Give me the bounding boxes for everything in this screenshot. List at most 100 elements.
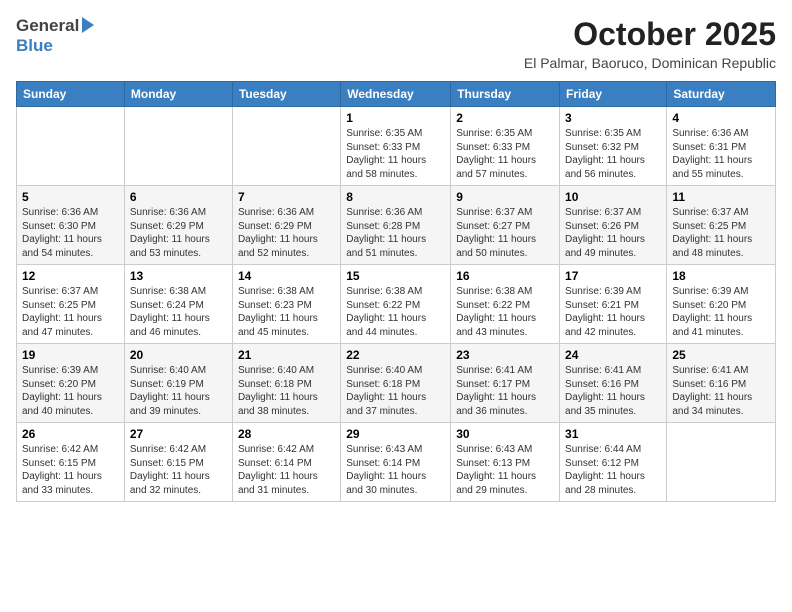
- calendar-cell: 22Sunrise: 6:40 AMSunset: 6:18 PMDayligh…: [341, 344, 451, 423]
- day-info: Sunrise: 6:36 AMSunset: 6:28 PMDaylight:…: [346, 206, 445, 260]
- calendar-cell: 24 Sunrise: 6:41 AMSunset: 6:16 PMDayligh…: [560, 344, 667, 423]
- day-number: 5: [22, 190, 119, 204]
- calendar-cell: 29 Sunrise: 6:43 AMSunset: 6:14 PMDayligh…: [341, 423, 451, 502]
- week-row-5: 26 Sunrise: 6:42 AMSunset: 6:15 PMDayligh…: [17, 423, 776, 502]
- calendar-cell: [124, 107, 232, 186]
- day-info: Sunrise: 6:39 AMSunset: 6:20 PMDaylight:…: [22, 364, 119, 418]
- calendar-cell: 20Sunrise: 6:40 AMSunset: 6:19 PMDayligh…: [124, 344, 232, 423]
- day-info: Sunrise: 6:37 AMSunset: 6:25 PMDaylight:…: [22, 285, 119, 339]
- day-info: Sunrise: 6:42 AMSunset: 6:15 PMDaylight:…: [130, 443, 227, 497]
- weekday-header-monday: Monday: [124, 82, 232, 107]
- week-row-4: 19 Sunrise: 6:39 AMSunset: 6:20 PMDayligh…: [17, 344, 776, 423]
- day-info: Sunrise: 6:38 AMSunset: 6:23 PMDaylight:…: [238, 285, 335, 339]
- calendar-cell: 3 Sunrise: 6:35 AMSunset: 6:32 PMDaylight…: [560, 107, 667, 186]
- calendar-cell: [667, 423, 776, 502]
- day-info: Sunrise: 6:37 AMSunset: 6:25 PMDaylight:…: [672, 206, 770, 260]
- calendar-cell: 13 Sunrise: 6:38 AMSunset: 6:24 PMDayligh…: [124, 265, 232, 344]
- day-number: 8: [346, 190, 445, 204]
- day-number: 1: [346, 111, 445, 125]
- day-info: Sunrise: 6:39 AMSunset: 6:21 PMDaylight:…: [565, 285, 661, 339]
- calendar-cell: 27 Sunrise: 6:42 AMSunset: 6:15 PMDayligh…: [124, 423, 232, 502]
- day-number: 16: [456, 269, 554, 283]
- day-info: Sunrise: 6:44 AMSunset: 6:12 PMDaylight:…: [565, 443, 661, 497]
- location: El Palmar, Baoruco, Dominican Republic: [524, 55, 776, 71]
- day-number: 20: [130, 348, 227, 362]
- day-info: Sunrise: 6:39 AMSunset: 6:20 PMDaylight:…: [672, 285, 770, 339]
- day-number: 21: [238, 348, 335, 362]
- calendar-cell: 12 Sunrise: 6:37 AMSunset: 6:25 PMDayligh…: [17, 265, 125, 344]
- calendar-cell: 23Sunrise: 6:41 AMSunset: 6:17 PMDayligh…: [451, 344, 560, 423]
- calendar-cell: 21 Sunrise: 6:40 AMSunset: 6:18 PMDayligh…: [232, 344, 340, 423]
- day-info: Sunrise: 6:41 AMSunset: 6:16 PMDaylight:…: [672, 364, 770, 418]
- day-number: 10: [565, 190, 661, 204]
- calendar-cell: 30Sunrise: 6:43 AMSunset: 6:13 PMDayligh…: [451, 423, 560, 502]
- day-number: 28: [238, 427, 335, 441]
- day-number: 4: [672, 111, 770, 125]
- day-info: Sunrise: 6:40 AMSunset: 6:18 PMDaylight:…: [238, 364, 335, 418]
- weekday-header-thursday: Thursday: [451, 82, 560, 107]
- weekday-header-friday: Friday: [560, 82, 667, 107]
- day-info: Sunrise: 6:36 AMSunset: 6:30 PMDaylight:…: [22, 206, 119, 260]
- day-number: 26: [22, 427, 119, 441]
- calendar-cell: [232, 107, 340, 186]
- calendar-cell: 15 Sunrise: 6:38 AMSunset: 6:22 PMDayligh…: [341, 265, 451, 344]
- day-info: Sunrise: 6:35 AMSunset: 6:32 PMDaylight:…: [565, 127, 661, 181]
- day-number: 3: [565, 111, 661, 125]
- logo: General Blue: [16, 16, 94, 56]
- day-number: 18: [672, 269, 770, 283]
- day-info: Sunrise: 6:37 AMSunset: 6:27 PMDaylight:…: [456, 206, 554, 260]
- calendar-cell: 26 Sunrise: 6:42 AMSunset: 6:15 PMDayligh…: [17, 423, 125, 502]
- day-info: Sunrise: 6:37 AMSunset: 6:26 PMDaylight:…: [565, 206, 661, 260]
- day-info: Sunrise: 6:35 AMSunset: 6:33 PMDaylight:…: [346, 127, 445, 181]
- calendar-cell: 14Sunrise: 6:38 AMSunset: 6:23 PMDayligh…: [232, 265, 340, 344]
- weekday-header-saturday: Saturday: [667, 82, 776, 107]
- day-number: 13: [130, 269, 227, 283]
- day-number: 7: [238, 190, 335, 204]
- weekday-header-sunday: Sunday: [17, 82, 125, 107]
- weekday-header-wednesday: Wednesday: [341, 82, 451, 107]
- day-number: 11: [672, 190, 770, 204]
- calendar-cell: 18 Sunrise: 6:39 AMSunset: 6:20 PMDayligh…: [667, 265, 776, 344]
- day-number: 24: [565, 348, 661, 362]
- month-title: October 2025: [524, 16, 776, 53]
- day-number: 19: [22, 348, 119, 362]
- calendar-cell: 6Sunrise: 6:36 AMSunset: 6:29 PMDaylight…: [124, 186, 232, 265]
- day-number: 2: [456, 111, 554, 125]
- day-number: 15: [346, 269, 445, 283]
- day-info: Sunrise: 6:41 AMSunset: 6:16 PMDaylight:…: [565, 364, 661, 418]
- day-info: Sunrise: 6:36 AMSunset: 6:31 PMDaylight:…: [672, 127, 770, 181]
- day-number: 23: [456, 348, 554, 362]
- day-info: Sunrise: 6:38 AMSunset: 6:22 PMDaylight:…: [346, 285, 445, 339]
- calendar-cell: 2Sunrise: 6:35 AMSunset: 6:33 PMDaylight…: [451, 107, 560, 186]
- week-row-1: 1 Sunrise: 6:35 AMSunset: 6:33 PMDaylight…: [17, 107, 776, 186]
- page: General Blue October 2025 El Palmar, Bao…: [0, 0, 792, 612]
- day-number: 17: [565, 269, 661, 283]
- day-info: Sunrise: 6:42 AMSunset: 6:15 PMDaylight:…: [22, 443, 119, 497]
- day-info: Sunrise: 6:36 AMSunset: 6:29 PMDaylight:…: [238, 206, 335, 260]
- weekday-header-tuesday: Tuesday: [232, 82, 340, 107]
- calendar-cell: 17 Sunrise: 6:39 AMSunset: 6:21 PMDayligh…: [560, 265, 667, 344]
- day-number: 29: [346, 427, 445, 441]
- day-info: Sunrise: 6:38 AMSunset: 6:24 PMDaylight:…: [130, 285, 227, 339]
- day-info: Sunrise: 6:42 AMSunset: 6:14 PMDaylight:…: [238, 443, 335, 497]
- calendar-cell: 11 Sunrise: 6:37 AMSunset: 6:25 PMDayligh…: [667, 186, 776, 265]
- calendar: SundayMondayTuesdayWednesdayThursdayFrid…: [16, 81, 776, 502]
- calendar-cell: 25 Sunrise: 6:41 AMSunset: 6:16 PMDayligh…: [667, 344, 776, 423]
- calendar-cell: 4 Sunrise: 6:36 AMSunset: 6:31 PMDaylight…: [667, 107, 776, 186]
- day-info: Sunrise: 6:43 AMSunset: 6:14 PMDaylight:…: [346, 443, 445, 497]
- day-number: 27: [130, 427, 227, 441]
- logo-general: General: [16, 16, 79, 36]
- day-number: 9: [456, 190, 554, 204]
- day-number: 12: [22, 269, 119, 283]
- calendar-cell: 28 Sunrise: 6:42 AMSunset: 6:14 PMDayligh…: [232, 423, 340, 502]
- calendar-cell: 5 Sunrise: 6:36 AMSunset: 6:30 PMDaylight…: [17, 186, 125, 265]
- weekday-header-row: SundayMondayTuesdayWednesdayThursdayFrid…: [17, 82, 776, 107]
- calendar-cell: 8 Sunrise: 6:36 AMSunset: 6:28 PMDaylight…: [341, 186, 451, 265]
- calendar-cell: 31Sunrise: 6:44 AMSunset: 6:12 PMDayligh…: [560, 423, 667, 502]
- day-number: 25: [672, 348, 770, 362]
- calendar-cell: 10 Sunrise: 6:37 AMSunset: 6:26 PMDayligh…: [560, 186, 667, 265]
- day-number: 22: [346, 348, 445, 362]
- logo-blue: Blue: [16, 36, 53, 56]
- day-info: Sunrise: 6:38 AMSunset: 6:22 PMDaylight:…: [456, 285, 554, 339]
- day-number: 6: [130, 190, 227, 204]
